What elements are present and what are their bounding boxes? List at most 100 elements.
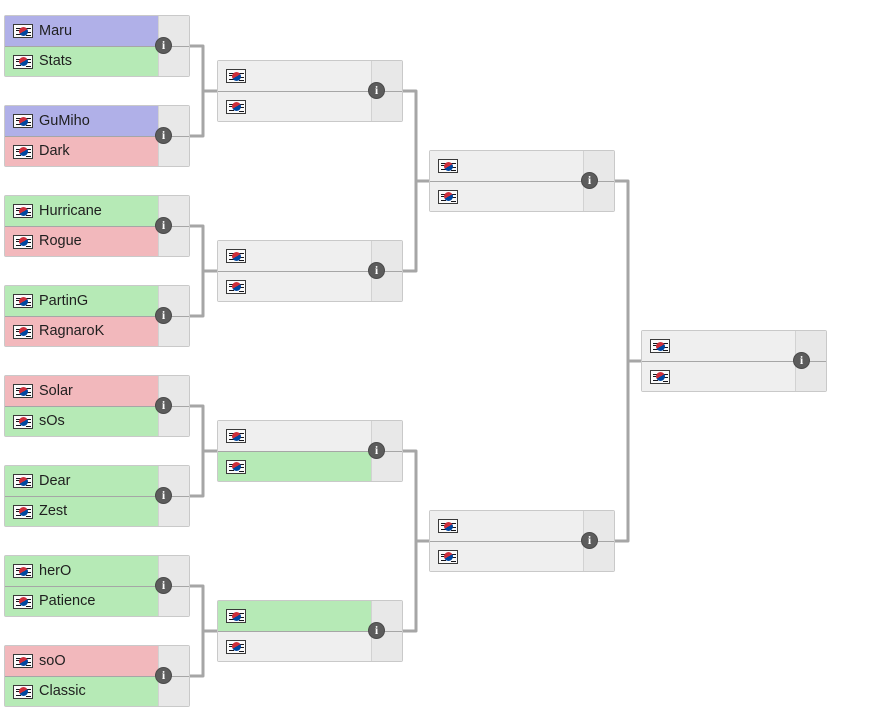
player-cell (430, 542, 584, 571)
south-korea-flag-icon (650, 339, 670, 353)
player-cell: herO (5, 556, 159, 586)
player-name: Maru (39, 22, 73, 39)
info-icon[interactable]: i (368, 442, 385, 459)
player-cell: soO (5, 646, 159, 676)
south-korea-flag-icon (438, 189, 458, 204)
info-icon[interactable]: i (155, 577, 172, 594)
player-name: GuMiho (39, 112, 90, 129)
south-korea-flag-icon (13, 654, 33, 668)
player-cell (218, 92, 372, 121)
info-icon[interactable]: i (155, 127, 172, 144)
player-cell (218, 601, 372, 631)
tournament-bracket: Maru Stats i GuMiho Dark i Hurricane Rogue i Part… (0, 0, 869, 723)
south-korea-flag-icon (226, 249, 246, 263)
info-icon[interactable]: i (581, 532, 598, 549)
player-cell (430, 151, 584, 181)
connector-line (401, 449, 431, 543)
connector-line (613, 359, 643, 543)
info-icon[interactable]: i (155, 487, 172, 504)
player-cell: Dark (5, 137, 159, 166)
connector-line (188, 44, 219, 93)
player-name: soO (39, 652, 66, 669)
player-cell (642, 362, 796, 391)
player-cell: Classic (5, 677, 159, 706)
connector-line (613, 179, 643, 363)
player-cell: sOs (5, 407, 159, 436)
player-cell: GuMiho (5, 106, 159, 136)
player-cell: Zest (5, 497, 159, 526)
south-korea-flag-icon (13, 504, 33, 519)
south-korea-flag-icon (13, 24, 33, 38)
info-icon[interactable]: i (368, 82, 385, 99)
connector-line (188, 449, 219, 498)
south-korea-flag-icon (438, 519, 458, 533)
player-cell (430, 182, 584, 211)
south-korea-flag-icon (226, 279, 246, 294)
connector-line (188, 89, 219, 138)
south-korea-flag-icon (13, 684, 33, 699)
south-korea-flag-icon (226, 69, 246, 83)
info-icon[interactable]: i (155, 307, 172, 324)
south-korea-flag-icon (13, 594, 33, 609)
player-name: Rogue (39, 233, 82, 250)
player-name: Hurricane (39, 202, 102, 219)
player-cell (218, 421, 372, 451)
player-cell: Solar (5, 376, 159, 406)
south-korea-flag-icon (13, 474, 33, 488)
info-icon[interactable]: i (793, 352, 810, 369)
player-cell: Dear (5, 466, 159, 496)
south-korea-flag-icon (438, 159, 458, 173)
player-name: Solar (39, 382, 73, 399)
player-name: Dark (39, 143, 70, 160)
connector-line (188, 584, 219, 633)
player-cell (218, 241, 372, 271)
connector-line (188, 629, 219, 678)
player-cell (218, 61, 372, 91)
south-korea-flag-icon (226, 459, 246, 474)
south-korea-flag-icon (13, 234, 33, 249)
south-korea-flag-icon (13, 414, 33, 429)
south-korea-flag-icon (13, 54, 33, 69)
connector-line (188, 269, 219, 318)
connector-line (401, 89, 431, 183)
info-icon[interactable]: i (155, 667, 172, 684)
south-korea-flag-icon (226, 429, 246, 443)
south-korea-flag-icon (13, 144, 33, 159)
player-name: Dear (39, 472, 71, 489)
player-cell (430, 511, 584, 541)
info-icon[interactable]: i (155, 37, 172, 54)
player-name: Stats (39, 53, 73, 70)
connector-line (401, 539, 431, 633)
player-name: PartinG (39, 292, 89, 309)
south-korea-flag-icon (13, 114, 33, 128)
south-korea-flag-icon (13, 564, 33, 578)
south-korea-flag-icon (226, 609, 246, 623)
south-korea-flag-icon (226, 99, 246, 114)
player-cell (218, 452, 372, 481)
player-name: herO (39, 562, 72, 579)
connector-line (401, 179, 431, 273)
player-cell (218, 272, 372, 301)
player-cell: Maru (5, 16, 159, 46)
player-cell: RagnaroK (5, 317, 159, 346)
player-name: Patience (39, 593, 96, 610)
player-name: Zest (39, 503, 68, 520)
info-icon[interactable]: i (155, 217, 172, 234)
player-cell: Stats (5, 47, 159, 76)
south-korea-flag-icon (438, 549, 458, 564)
player-cell: Hurricane (5, 196, 159, 226)
south-korea-flag-icon (13, 204, 33, 218)
info-icon[interactable]: i (368, 622, 385, 639)
info-icon[interactable]: i (155, 397, 172, 414)
south-korea-flag-icon (650, 369, 670, 384)
south-korea-flag-icon (13, 324, 33, 339)
info-icon[interactable]: i (368, 262, 385, 279)
south-korea-flag-icon (13, 294, 33, 308)
player-cell: PartinG (5, 286, 159, 316)
info-icon[interactable]: i (581, 172, 598, 189)
south-korea-flag-icon (13, 384, 33, 398)
connector-line (188, 224, 219, 273)
player-cell: Rogue (5, 227, 159, 256)
player-cell (218, 632, 372, 661)
player-name: RagnaroK (39, 323, 105, 340)
